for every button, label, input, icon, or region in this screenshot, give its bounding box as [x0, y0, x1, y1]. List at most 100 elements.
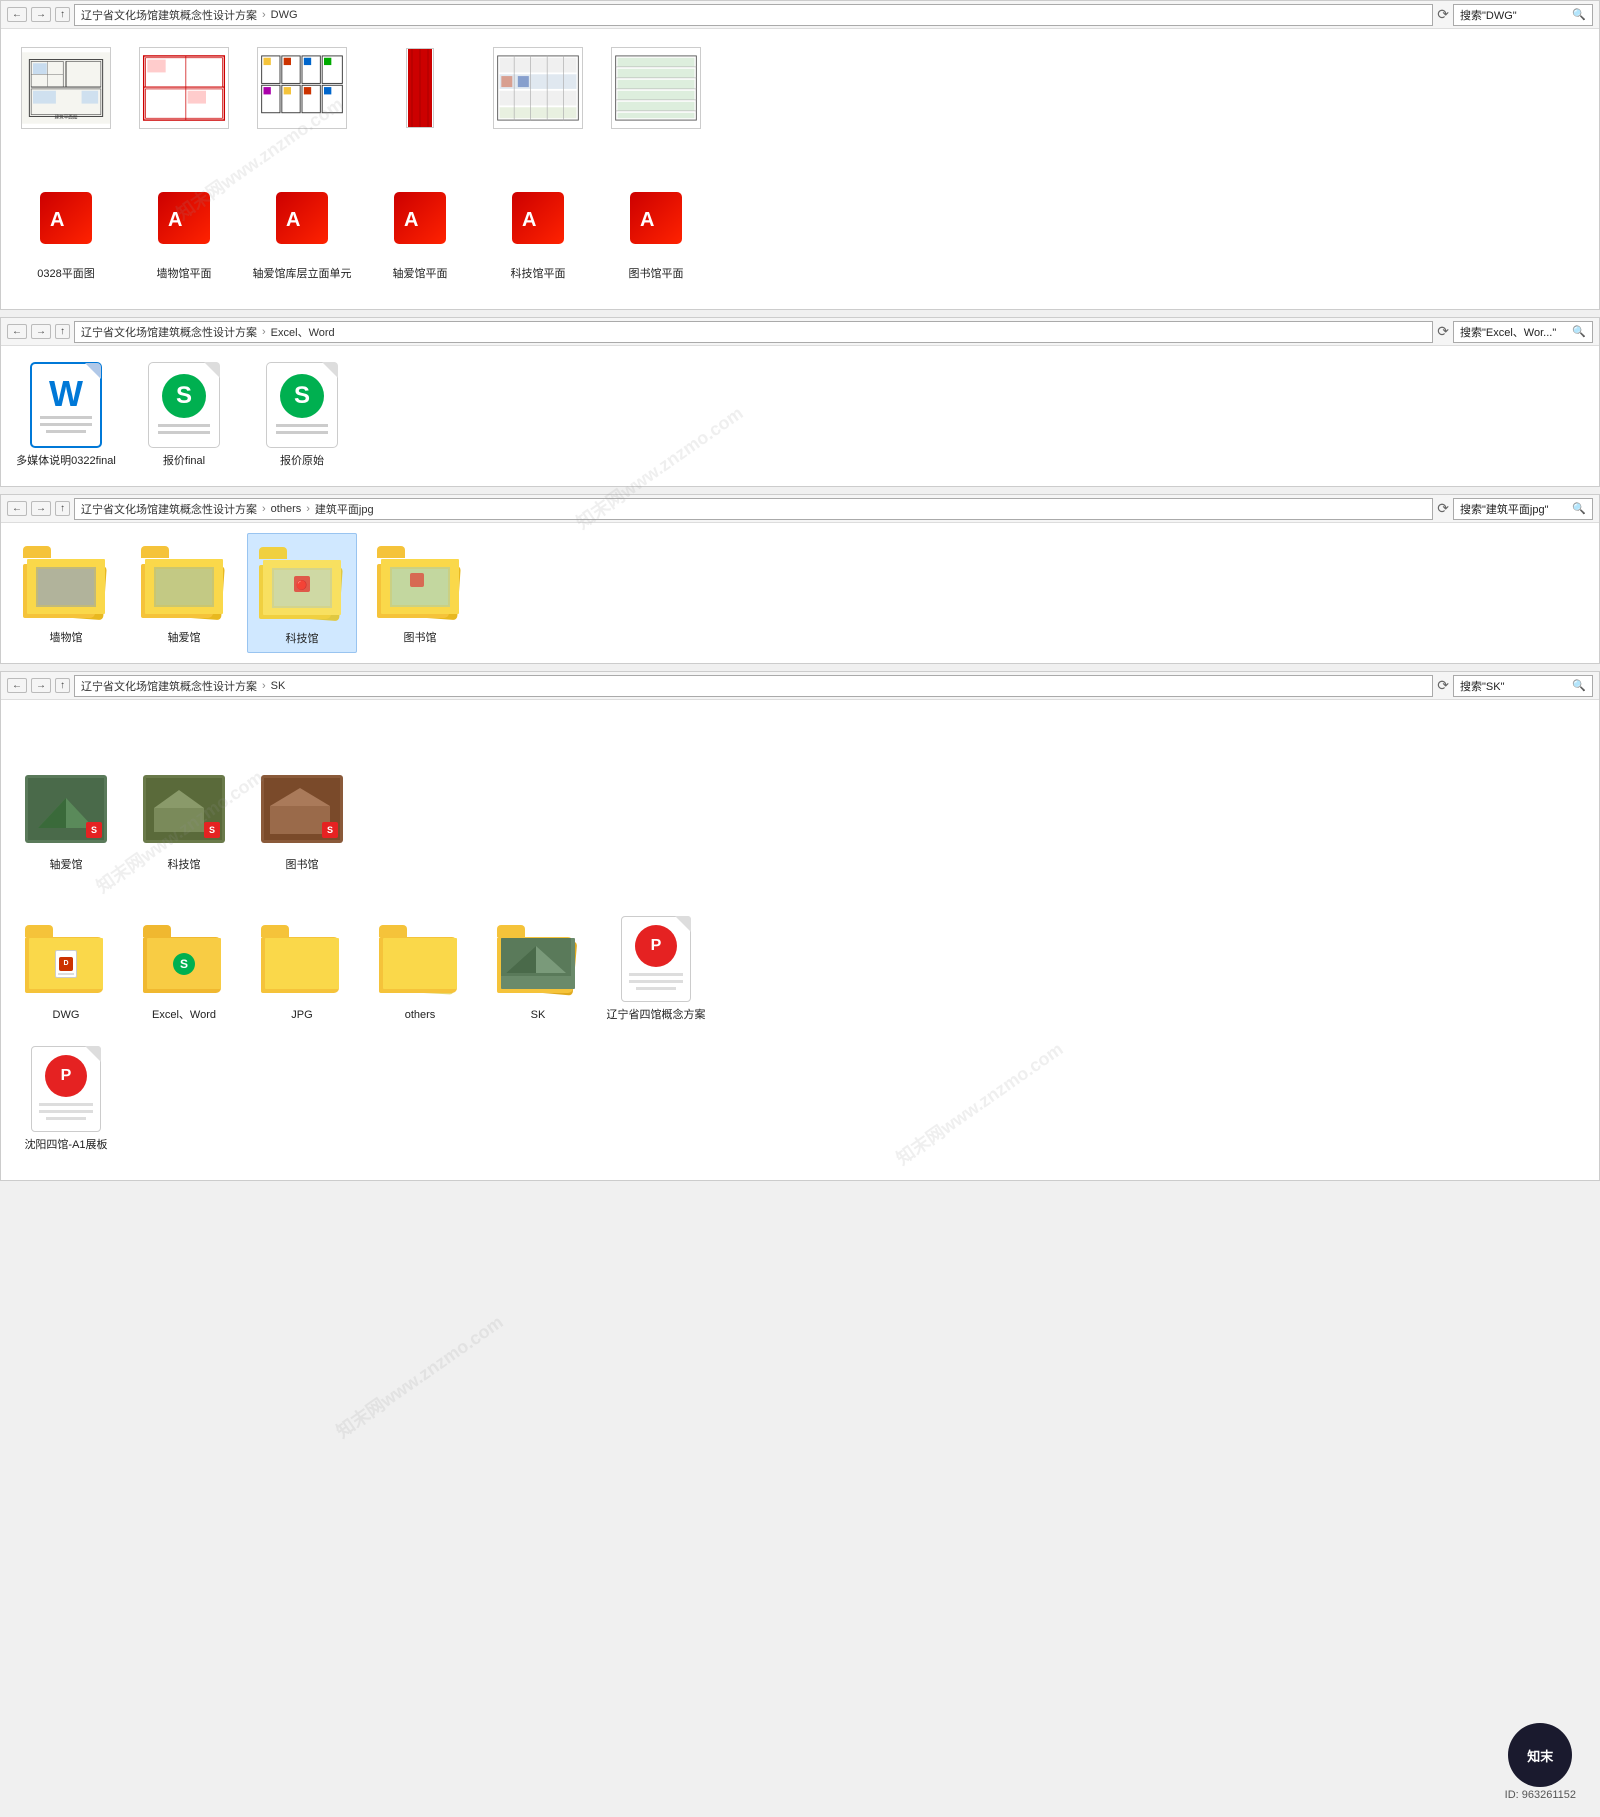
path-others[interactable]: others: [271, 503, 302, 515]
list-item[interactable]: P 沈阳四馆-A1展板: [11, 1040, 121, 1164]
sk-folder-thumb-svg: [501, 938, 571, 976]
list-item[interactable]: S 科技馆: [129, 760, 239, 890]
list-item[interactable]: A 0328平面图: [11, 169, 121, 297]
path-folder[interactable]: DWG: [271, 9, 298, 21]
sk-search[interactable]: 搜索"SK" 🔍: [1453, 675, 1593, 697]
file-icon-area: D: [21, 914, 111, 1004]
file-icon-area: [375, 914, 465, 1004]
back-btn[interactable]: ←: [7, 678, 27, 693]
list-item[interactable]: 建筑平面图: [11, 39, 121, 159]
list-item[interactable]: [365, 39, 475, 159]
file-icon-area: [375, 43, 465, 133]
search-icon[interactable]: 🔍: [1572, 679, 1586, 692]
folder-sk-icon: [497, 925, 579, 993]
list-item[interactable]: 图书馆: [365, 533, 475, 653]
list-item[interactable]: [129, 39, 239, 159]
file-icon-area: [139, 43, 229, 133]
search-icon[interactable]: 🔍: [1572, 502, 1586, 515]
refresh-icon[interactable]: ⟳: [1437, 323, 1449, 340]
list-item[interactable]: A 轴爱馆库层立面单元: [247, 169, 357, 297]
list-item[interactable]: 墙物馆: [11, 533, 121, 653]
red-bar-thumb: [406, 48, 434, 128]
file-icon-area: P: [611, 914, 701, 1004]
wps-s-icon: S: [162, 374, 206, 418]
search-icon[interactable]: 🔍: [1572, 8, 1586, 21]
forward-btn[interactable]: →: [31, 7, 51, 22]
file-icon-area: S: [139, 764, 229, 854]
arch-preview-thumb: 建筑平面图: [21, 47, 111, 129]
word-line1: [40, 416, 92, 419]
folder-icon-selected: 🔴: [259, 547, 345, 619]
list-item[interactable]: [601, 39, 711, 159]
list-item[interactable]: D DWG: [11, 910, 121, 1030]
others-panel: ← → ↑ 辽宁省文化场馆建筑概念性设计方案 › others › 建筑平面jp…: [0, 494, 1600, 668]
up-btn[interactable]: ↑: [55, 7, 70, 22]
folder-inner: [383, 938, 457, 989]
up-btn[interactable]: ↑: [55, 678, 70, 693]
list-item[interactable]: A 图书馆平面: [601, 169, 711, 297]
back-btn[interactable]: ←: [7, 501, 27, 516]
file-name-label: SK: [531, 1008, 546, 1022]
refresh-icon[interactable]: ⟳: [1437, 6, 1449, 23]
forward-btn[interactable]: →: [31, 501, 51, 516]
list-item[interactable]: W 多媒体说明0322final: [11, 356, 121, 476]
file-name-label: 报价final: [163, 454, 205, 468]
list-item[interactable]: [483, 39, 593, 159]
others-search[interactable]: 搜索"建筑平面jpg" 🔍: [1453, 498, 1593, 520]
forward-btn[interactable]: →: [31, 678, 51, 693]
path-root[interactable]: 辽宁省文化场馆建筑概念性设计方案: [81, 678, 257, 694]
list-item[interactable]: S 报价原始: [247, 356, 357, 476]
doc-line: [58, 973, 74, 975]
path-folder[interactable]: Excel、Word: [271, 324, 335, 340]
pdf-line1: [39, 1103, 93, 1106]
word-w-letter: W: [49, 376, 83, 412]
sk-panel: ← → ↑ 辽宁省文化场馆建筑概念性设计方案 › SK ⟳ 搜索"SK" 🔍: [0, 671, 1600, 1185]
refresh-icon[interactable]: ⟳: [1437, 677, 1449, 694]
list-item[interactable]: JPG: [247, 910, 357, 1030]
list-item[interactable]: [247, 39, 357, 159]
list-item[interactable]: P 辽宁省四馆概念方案: [601, 910, 711, 1030]
list-item[interactable]: S 报价final: [129, 356, 239, 476]
file-name-label: 墙物馆平面: [157, 267, 212, 281]
path-sk[interactable]: SK: [271, 680, 286, 692]
list-item[interactable]: A 科技馆平面: [483, 169, 593, 297]
list-item[interactable]: A 轴爱馆平面: [365, 169, 475, 297]
list-item[interactable]: 轴爱馆: [129, 533, 239, 653]
list-item[interactable]: 🔴 科技馆: [247, 533, 357, 653]
cad-svg: A: [520, 200, 556, 236]
fold-corner: [85, 363, 101, 379]
doc-badge: D: [59, 957, 73, 971]
forward-btn[interactable]: →: [31, 324, 51, 339]
wps-line1: [158, 424, 210, 427]
path-root[interactable]: 辽宁省文化场馆建筑概念性设计方案: [81, 324, 257, 340]
path-root[interactable]: 辽宁省文化场馆建筑概念性设计方案: [81, 501, 257, 517]
path-root[interactable]: 辽宁省文化场馆建筑概念性设计方案: [81, 7, 257, 23]
search-icon[interactable]: 🔍: [1572, 325, 1586, 338]
up-btn[interactable]: ↑: [55, 324, 70, 339]
back-btn[interactable]: ←: [7, 324, 27, 339]
up-btn[interactable]: ↑: [55, 501, 70, 516]
file-name-label: 轴爱馆库层立面单元: [253, 267, 352, 281]
stripe-thumb2: [611, 47, 701, 129]
autocad-logo-icon: A: [276, 192, 328, 244]
autocad-logo-icon: A: [394, 192, 446, 244]
sk-3d-grid: [1, 700, 1599, 760]
svg-text:S: S: [209, 825, 215, 835]
list-item[interactable]: others: [365, 910, 475, 1030]
list-item[interactable]: S 轴爱馆: [11, 760, 121, 890]
file-icon-area: W: [21, 360, 111, 450]
folder-content-svg: [154, 567, 214, 607]
list-item[interactable]: A 墙物馆平面: [129, 169, 239, 297]
folder-inner: 🔴: [263, 560, 341, 615]
list-item[interactable]: S Excel、Word: [129, 910, 239, 1030]
search-label: 搜索"Excel、Wor...": [1460, 324, 1556, 340]
back-btn[interactable]: ←: [7, 7, 27, 22]
svg-text:A: A: [286, 209, 300, 231]
list-item[interactable]: S 图书馆: [247, 760, 357, 890]
dwg-search[interactable]: 搜索"DWG" 🔍: [1453, 4, 1593, 26]
excel-search[interactable]: 搜索"Excel、Wor..." 🔍: [1453, 321, 1593, 343]
path-subfolder[interactable]: 建筑平面jpg: [315, 501, 374, 517]
refresh-icon[interactable]: ⟳: [1437, 500, 1449, 517]
list-item[interactable]: SK: [483, 910, 593, 1030]
svg-text:S: S: [91, 825, 97, 835]
